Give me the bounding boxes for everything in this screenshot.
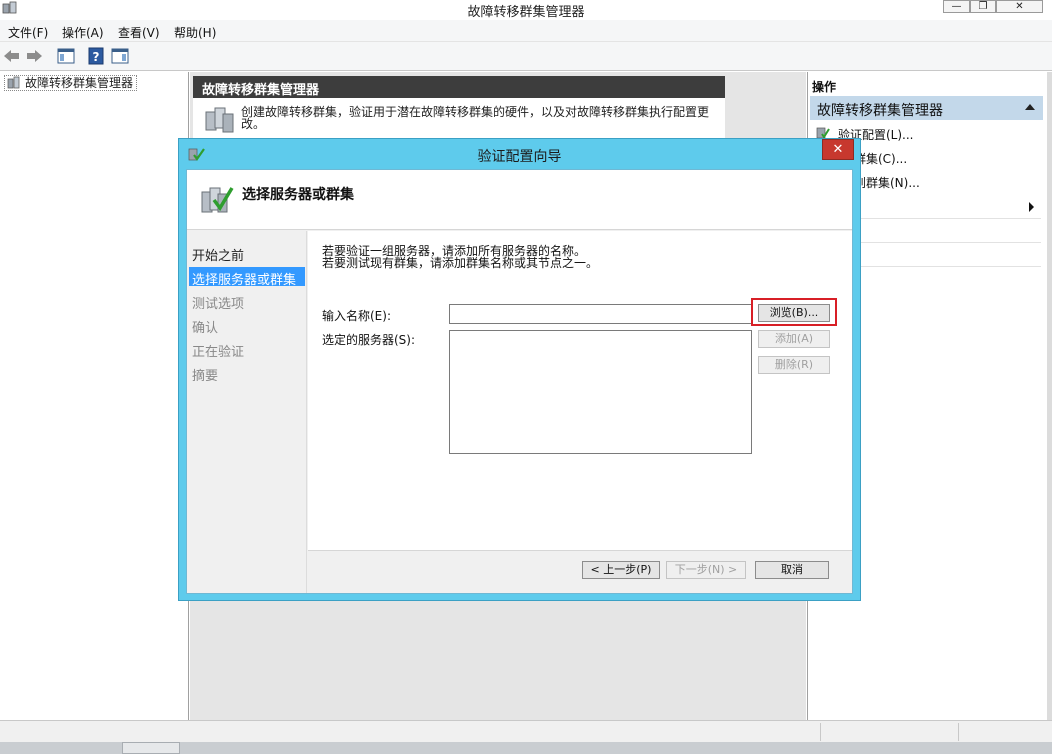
title-bar: 故障转移群集管理器 — ❐ ✕ bbox=[0, 0, 1052, 20]
taskbar bbox=[0, 742, 1052, 754]
servers-check-icon bbox=[201, 187, 234, 213]
show-hide-console-tree-icon[interactable] bbox=[56, 47, 76, 65]
wizard-content: 若要验证一组服务器，请添加所有服务器的名称。 若要测试现有群集，请添加群集名称或… bbox=[308, 231, 852, 551]
action-create-cluster[interactable]: 群集(C)... bbox=[854, 150, 907, 167]
taskbar-item[interactable] bbox=[122, 742, 180, 754]
selected-servers-label: 选定的服务器(S): bbox=[322, 333, 416, 347]
servers-icon bbox=[205, 107, 234, 133]
wizard-footer: < 上一步(P) 下一步(N) > 取消 bbox=[308, 552, 852, 594]
menu-view[interactable]: 查看(V) bbox=[118, 24, 160, 41]
step-summary: 摘要 bbox=[192, 369, 219, 384]
tree-item-label: 故障转移群集管理器 bbox=[25, 76, 134, 90]
next-button[interactable]: 下一步(N) > bbox=[666, 561, 746, 579]
enter-name-input[interactable] bbox=[449, 304, 752, 324]
svg-text:?: ? bbox=[93, 50, 100, 64]
add-button[interactable]: 添加(A) bbox=[758, 330, 830, 348]
help-icon[interactable]: ? bbox=[86, 47, 106, 65]
cluster-manager-icon bbox=[7, 76, 20, 89]
menu-help[interactable]: 帮助(H) bbox=[174, 24, 216, 41]
console-tree: 故障转移群集管理器 bbox=[0, 72, 189, 720]
wizard-body: 选择服务器或群集 开始之前 选择服务器或群集 测试选项 确认 正在验证 摘要 若… bbox=[186, 169, 853, 594]
close-button[interactable]: ✕ bbox=[996, 0, 1043, 13]
window-title: 故障转移群集管理器 bbox=[467, 5, 585, 20]
step-testing-options: 测试选项 bbox=[192, 297, 245, 312]
actions-group-header[interactable]: 故障转移群集管理器 bbox=[810, 96, 1043, 120]
menu-file[interactable]: 文件(F) bbox=[8, 24, 48, 41]
wizard-page-title: 选择服务器或群集 bbox=[242, 187, 354, 203]
wizard-header: 选择服务器或群集 bbox=[187, 170, 852, 230]
restore-button[interactable]: ❐ bbox=[970, 0, 996, 13]
previous-button[interactable]: < 上一步(P) bbox=[582, 561, 660, 579]
toolbar: ? bbox=[0, 42, 1052, 71]
step-confirmation: 确认 bbox=[192, 321, 219, 336]
step-validating: 正在验证 bbox=[192, 345, 245, 360]
validate-config-wizard: 验证配置向导 ✕ 选择服务器或群集 开始之前 选择服务器或群集 测试选项 确认 … bbox=[178, 138, 861, 601]
minimize-button[interactable]: — bbox=[943, 0, 970, 13]
show-hide-action-pane-icon[interactable] bbox=[110, 47, 130, 65]
enter-name-label: 输入名称(E): bbox=[322, 309, 391, 323]
step-select-servers[interactable]: 选择服务器或群集 bbox=[189, 267, 305, 288]
scrollbar-edge bbox=[1047, 72, 1052, 720]
wizard-title: 验证配置向导 bbox=[477, 149, 562, 165]
actions-title: 操作 bbox=[812, 80, 837, 94]
status-divider bbox=[820, 723, 821, 741]
selected-servers-list[interactable] bbox=[449, 330, 752, 454]
browse-button[interactable]: 浏览(B)... bbox=[758, 304, 830, 322]
tree-item-cluster-manager[interactable]: 故障转移群集管理器 bbox=[4, 75, 138, 91]
forward-arrow-icon[interactable] bbox=[24, 47, 44, 65]
content-description: 创建故障转移群集，验证用于潜在故障转移群集的硬件，以及对故障转移群集执行配置更改… bbox=[193, 98, 725, 142]
intro-text-line2: 若要测试现有群集，请添加群集名称或其节点之一。 bbox=[322, 256, 599, 270]
menu-bar: 文件(F) 操作(A) 查看(V) 帮助(H) bbox=[0, 20, 1052, 42]
back-arrow-icon[interactable] bbox=[2, 47, 22, 65]
status-divider bbox=[958, 723, 959, 741]
cancel-button[interactable]: 取消 bbox=[755, 561, 829, 579]
submenu-arrow-icon[interactable] bbox=[1029, 202, 1034, 212]
action-connect-to-cluster[interactable]: 到群集(N)... bbox=[854, 174, 920, 191]
menu-action[interactable]: 操作(A) bbox=[62, 24, 104, 41]
description-text: 创建故障转移群集，验证用于潜在故障转移群集的硬件，以及对故障转移群集执行配置更改… bbox=[241, 105, 710, 131]
collapse-up-icon[interactable] bbox=[1025, 104, 1035, 110]
wizard-close-button[interactable]: ✕ bbox=[822, 139, 854, 160]
actions-group-label: 故障转移群集管理器 bbox=[817, 103, 943, 119]
remove-button[interactable]: 删除(R) bbox=[758, 356, 830, 374]
wizard-title-bar: 验证配置向导 ✕ bbox=[179, 139, 860, 169]
status-bar bbox=[0, 720, 1052, 742]
step-before-you-begin[interactable]: 开始之前 bbox=[189, 243, 305, 264]
wizard-steps: 开始之前 选择服务器或群集 测试选项 确认 正在验证 摘要 bbox=[187, 231, 307, 593]
content-header: 故障转移群集管理器 bbox=[193, 76, 725, 98]
